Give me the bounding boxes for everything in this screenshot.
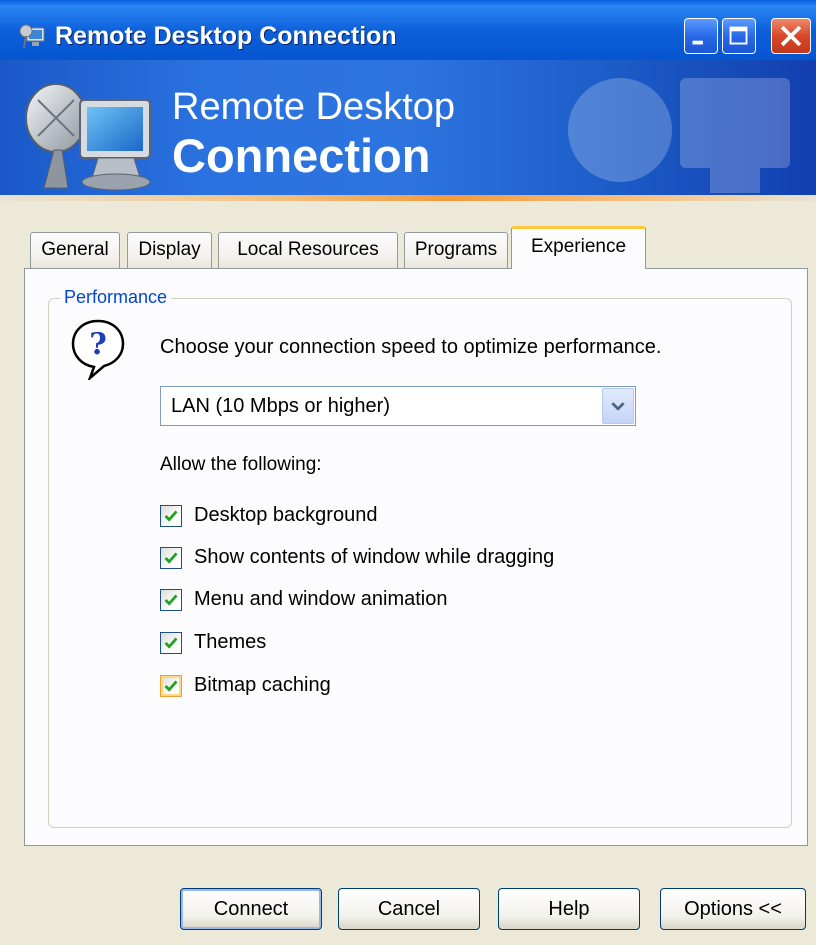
tab-label: General: [41, 239, 109, 260]
window-title: Remote Desktop Connection: [55, 22, 397, 50]
tab-label: Display: [138, 239, 201, 260]
connection-speed-dropdown[interactable]: LAN (10 Mbps or higher): [160, 386, 636, 426]
banner-title-line2: Connection: [172, 129, 431, 182]
checkbox-label: Themes: [194, 631, 267, 653]
tab-display[interactable]: Display: [127, 232, 212, 268]
checkbox[interactable]: [160, 632, 182, 654]
remote-desktop-window: Remote Desktop Connection Remote Desktop…: [0, 0, 816, 945]
allow-following-label: Allow the following:: [160, 454, 322, 475]
minimize-button[interactable]: [684, 18, 718, 54]
maximize-icon: [729, 26, 748, 45]
checkmark-icon: [164, 552, 178, 564]
checkmark-icon: [164, 637, 178, 649]
close-button[interactable]: [771, 18, 811, 54]
svg-text:?: ?: [89, 327, 107, 362]
banner-title-line1: Remote Desktop: [172, 86, 456, 128]
remote-desktop-app-icon: [19, 24, 45, 49]
tab-label: Experience: [530, 236, 627, 257]
checkbox[interactable]: [160, 589, 182, 611]
tab-label: Local Resources: [237, 239, 379, 260]
close-icon: [780, 25, 802, 47]
checkmark-icon: [164, 680, 178, 692]
tab-programs[interactable]: Programs: [404, 232, 508, 268]
checkmark-icon: [164, 510, 178, 522]
checkbox-label: Menu and window animation: [194, 588, 448, 610]
checkbox-label: Desktop background: [194, 504, 378, 526]
options-button[interactable]: Options <<: [660, 888, 806, 930]
tab-general[interactable]: General: [30, 232, 120, 268]
maximize-button[interactable]: [722, 18, 756, 54]
remote-desktop-logo: [25, 83, 151, 191]
checkbox[interactable]: [160, 547, 182, 569]
checkbox[interactable]: [160, 675, 182, 697]
minimize-icon: [692, 40, 703, 45]
connection-speed-value: LAN (10 Mbps or higher): [171, 395, 390, 417]
header-banner: Remote Desktop Connection: [0, 60, 816, 198]
cancel-button[interactable]: Cancel: [338, 888, 480, 930]
connect-button[interactable]: Connect: [180, 888, 322, 930]
connection-speed-prompt: Choose your connection speed to optimize…: [160, 336, 662, 358]
banner-watermark-graphic: [568, 78, 790, 193]
chevron-down-icon: [611, 402, 625, 411]
tab-label: Programs: [414, 239, 498, 260]
checkbox-label: Show contents of window while dragging: [194, 546, 555, 568]
checkbox[interactable]: [160, 505, 182, 527]
tab-local-resources[interactable]: Local Resources: [218, 232, 398, 268]
checkmark-icon: [164, 594, 178, 606]
checkbox-label: Bitmap caching: [194, 674, 331, 696]
help-question-icon: ?: [71, 319, 125, 380]
help-button[interactable]: Help: [498, 888, 640, 930]
dropdown-toggle-button[interactable]: [602, 388, 634, 424]
banner-accent-stripe: [0, 195, 816, 201]
performance-group-label: Performance: [60, 287, 172, 308]
tab-experience[interactable]: Experience: [511, 226, 646, 269]
